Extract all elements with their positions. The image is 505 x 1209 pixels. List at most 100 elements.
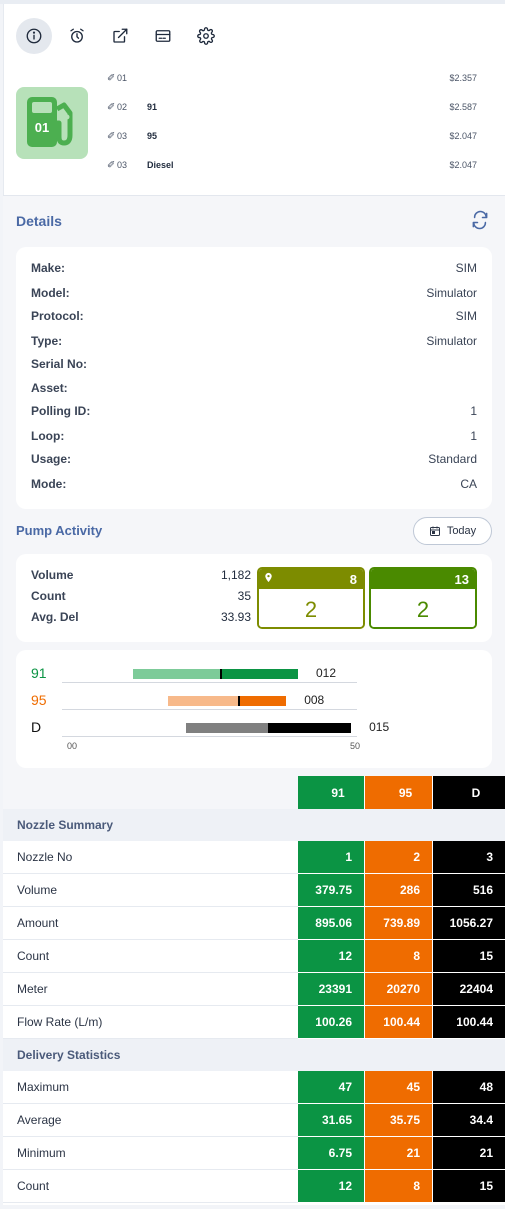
external-link-icon [113,28,128,43]
alarm-button[interactable] [59,18,95,54]
table-cell: 48 [433,1071,505,1103]
grade-chart-value: 015 [369,720,390,734]
date-filter-button[interactable]: Today [413,517,492,545]
detail-value: SIM [455,309,477,323]
detail-row: Protocol: SIM [31,309,477,323]
table-cell: 21 [433,1137,505,1169]
grade-chart-bar-dark [268,723,352,733]
table-row-label: Maximum [3,1071,298,1104]
activity-box-header-value: 13 [454,571,469,587]
nozzle-price-row[interactable]: ✐ 03 95 $2.047 [107,129,477,143]
table-cell: 286 [365,874,432,906]
table-cell: 516 [433,874,505,906]
nozzle-price-row[interactable]: ✐ 03 Diesel $2.047 [107,158,477,172]
nozzle-icon: ✐ [107,72,116,84]
detail-value: CA [460,477,477,491]
detail-value: SIM [455,261,477,275]
table-cell: 15 [433,940,505,972]
nozzle-price: $2.587 [449,102,477,112]
alarm-icon [70,28,84,43]
grade-chart-bar-light [168,696,239,706]
fuel-pump-icon: 01 [16,87,88,159]
nozzle-number: 03 [117,160,128,170]
settings-button[interactable] [188,18,224,54]
detail-key: Asset: [31,381,68,395]
table-cell: 6.75 [298,1137,364,1169]
grade-chart-label: D [31,719,42,735]
grade-chart-axis [62,736,357,737]
detail-key: Loop: [31,429,65,443]
detail-row: Model: Simulator [31,286,477,300]
location-pin-icon [263,571,274,587]
detail-key: Model: [31,286,70,300]
table-header-blank [3,776,298,809]
table-cell: 100.44 [365,1006,432,1038]
grade-chart-label: 95 [31,692,47,708]
activity-stat-row: Count 35 [31,589,251,603]
table-cell: 45 [365,1071,432,1103]
nozzle-number: 03 [117,131,128,141]
table-cell: 12 [298,1170,364,1202]
nozzle-price: $2.047 [449,160,477,170]
grade-chart-tick: 00 [67,741,78,751]
detail-key: Polling ID: [31,404,91,418]
grade-chart-bar-dark [239,696,287,706]
detail-value: Standard [428,452,477,466]
nozzle-number: 02 [117,102,128,112]
table-cell: 22404 [433,973,505,1005]
table-row-label: Meter [3,973,298,1006]
table-cell: 8 [365,1170,432,1202]
card-button[interactable] [145,18,181,54]
nozzle-price: $2.047 [449,131,477,141]
activity-summary-box[interactable]: 13 2 [369,567,477,629]
table-cell: 100.44 [433,1006,505,1038]
table-section-header: Delivery Statistics [3,1039,505,1071]
table-cell: 20270 [365,973,432,1005]
table-cell: 895.06 [298,907,364,939]
table-cell: 100.26 [298,1006,364,1038]
grade-chart-marker [238,696,240,706]
settings-icon [197,27,215,45]
detail-key: Usage: [31,452,72,466]
table-section-header: Nozzle Summary [3,809,505,841]
detail-value: Simulator [426,286,477,300]
table-cell: 31.65 [298,1104,364,1136]
activity-stat-row: Volume 1,182 [31,568,251,582]
table-row-label: Average [3,1104,298,1137]
detail-key: Mode: [31,477,67,491]
table-cell: 739.89 [365,907,432,939]
table-cell: 3 [433,841,505,873]
table-cell: 12 [298,940,364,972]
external-link-button[interactable] [102,18,138,54]
detail-value: Simulator [426,334,477,348]
date-filter-label: Today [446,525,477,537]
refresh-button[interactable] [470,210,490,230]
activity-box-header: 13 [371,569,475,589]
detail-key: Type: [31,334,63,348]
table-cell: 23391 [298,973,364,1005]
grade-chart-bar-light [132,669,222,679]
calendar-icon [429,526,440,536]
activity-summary-box[interactable]: 82 [257,567,365,629]
nozzle-price-row[interactable]: ✐ 01 $2.357 [107,71,477,85]
detail-value: 1 [470,429,477,443]
info-button[interactable] [16,18,52,54]
activity-stat-key: Volume [31,568,74,582]
nozzle-price-row[interactable]: ✐ 02 91 $2.587 [107,100,477,114]
refresh-icon [472,210,488,230]
detail-row: Usage: Standard [31,452,477,466]
grade-column-header: 91 [298,776,364,809]
table-row-label: Minimum [3,1137,298,1170]
activity-stat-value: 35 [237,589,251,603]
activity-stat-row: Avg. Del 33.93 [31,610,251,624]
pump-icon-label: 01 [35,120,49,135]
grade-chart-label: 91 [31,665,47,681]
detail-row: Polling ID: 1 [31,404,477,418]
table-cell: 1 [298,841,364,873]
table-cell: 21 [365,1137,432,1169]
table-cell: 2 [365,841,432,873]
pump-activity-title: Pump Activity [16,523,103,538]
grade-chart-marker [220,669,223,679]
table-row-label: Count [3,1170,298,1203]
detail-row: Asset: [31,381,477,395]
